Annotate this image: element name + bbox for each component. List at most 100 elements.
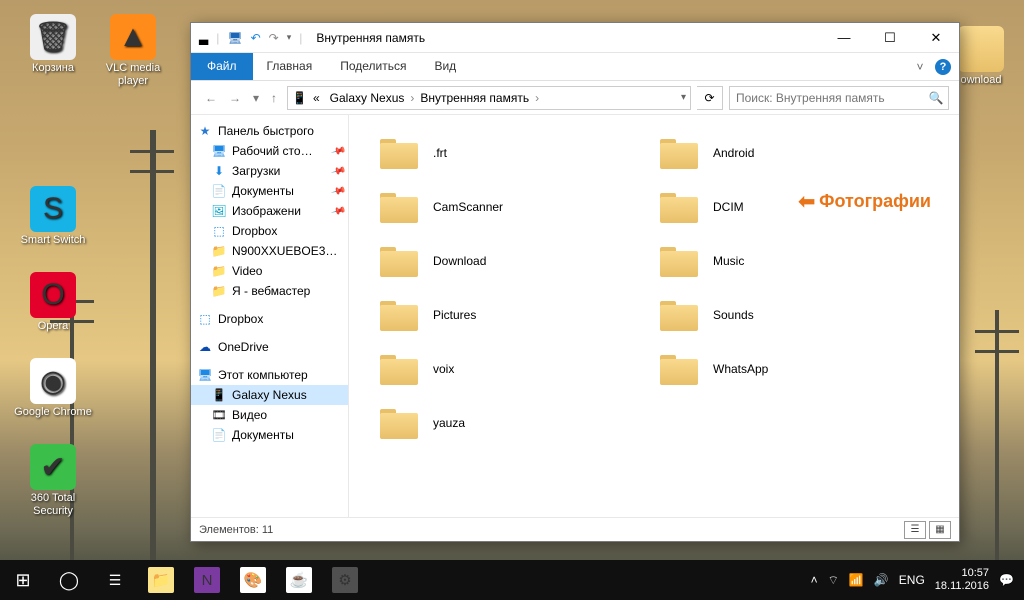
sidebar-item-video-q[interactable]: 📁Video [191,261,348,281]
titlebar[interactable]: ▃ | 🖥 ↶ ↷ ▾ | Внутренняя память — ☐ ✕ [191,23,959,53]
taskbar-app-explorer[interactable]: 📁 [138,560,184,600]
item-icon: 📁 [211,284,227,298]
folder-item[interactable]: CamScanner [373,183,633,231]
search-input[interactable] [730,91,924,105]
sidebar-item-label: Рабочий сто… [232,144,313,158]
computer-icon[interactable]: 🖥 [227,31,242,45]
ribbon-home[interactable]: Главная [253,53,327,80]
nav-up-icon[interactable]: ↑ [267,88,281,108]
sidebar-item-pictures[interactable]: 🖼Изображени📌 [191,201,348,221]
sidebar-item-galaxy[interactable]: 📱Galaxy Nexus [191,385,348,405]
folder-name: Pictures [433,308,476,322]
maximize-button[interactable]: ☐ [867,23,913,53]
this-pc-label: Этот компьютер [218,368,308,382]
close-button[interactable]: ✕ [913,23,959,53]
folder-name: CamScanner [433,200,503,214]
onedrive-header[interactable]: ☁ OneDrive [191,337,348,357]
view-icons-button[interactable]: ▦ [929,521,951,539]
pin-icon: 📌 [330,163,346,179]
item-icon: ⬇ [211,164,227,178]
notifications-icon[interactable]: 💬 [999,573,1014,587]
breadcrumb-pre[interactable]: « [309,89,324,107]
sidebar-item-ya-web[interactable]: 📁Я - вебмастер [191,281,348,301]
start-button[interactable]: ⊞ [0,560,46,600]
language-indicator[interactable]: ENG [899,573,925,587]
sidebar-item-label: Dropbox [232,224,277,238]
system-tray[interactable]: ˄ ⌔ 📶 🔊 ENG 10:57 18.11.2016 💬 [801,567,1024,593]
this-pc-header[interactable]: 🖥 Этот компьютер [191,365,348,385]
taskbar-app-java[interactable]: ☕ [276,560,322,600]
nav-recent-icon[interactable]: ▾ [249,88,263,108]
dropbox-header[interactable]: ⬚ Dropbox [191,309,348,329]
refresh-button[interactable]: ⟳ [697,86,723,110]
breadcrumb-device[interactable]: Galaxy Nexus [326,89,409,107]
search-box[interactable]: 🔍 [729,86,949,110]
folder-icon [377,135,421,171]
ribbon-share[interactable]: Поделиться [326,53,420,80]
folder-grid[interactable]: .frtAndroidCamScannerDCIMDownloadMusicPi… [349,115,959,517]
network-icon[interactable]: ⌔ [828,573,839,588]
address-bar: ← → ▾ ↑ 📱 « Galaxy Nexus › Внутренняя па… [191,81,959,115]
folder-item[interactable]: Download [373,237,633,285]
folder-item[interactable]: voix [373,345,633,393]
chevron-down-icon[interactable]: ▾ [287,32,292,43]
undo-icon[interactable]: ↶ [251,31,261,45]
folder-item[interactable]: yauza [373,399,633,447]
sidebar-item-desktop[interactable]: 🖥Рабочий сто…📌 [191,141,348,161]
cortana-button[interactable]: ◯ [46,560,92,600]
sidebar-item-video[interactable]: 🎞Видео [191,405,348,425]
desktop-icon-chrome[interactable]: ◉Google Chrome [14,358,92,419]
desktop-icon-360ts[interactable]: ✔360 Total Security [14,444,92,518]
ribbon-view[interactable]: Вид [420,53,470,80]
sidebar-item-documents[interactable]: 📄Документы📌 [191,181,348,201]
taskbar[interactable]: ⊞ ◯ ☰ 📁 N🎨☕⚙ ˄ ⌔ 📶 🔊 ENG 10:57 18.11.2016… [0,560,1024,600]
taskbar-app-paint[interactable]: 🎨 [230,560,276,600]
app-icon: 📁 [148,567,174,593]
quick-access-header[interactable]: ★ Панель быстрого [191,121,348,141]
view-details-button[interactable]: ☰ [904,521,926,539]
folder-item[interactable]: Music [653,237,913,285]
app-icon: O [30,272,76,318]
volume-icon[interactable]: 🔊 [874,573,889,587]
chevron-right-icon: › [410,91,414,105]
app-icon: ✔ [30,444,76,490]
desktop-icon-vlc[interactable]: ▲VLC media player [94,14,172,88]
search-icon[interactable]: 🔍 [924,91,948,105]
folder-item[interactable]: .frt [373,129,633,177]
breadcrumb-location[interactable]: Внутренняя память [416,89,533,107]
taskview-button[interactable]: ☰ [92,560,138,600]
chevron-down-icon[interactable]: ▾ [681,92,686,103]
sidebar-item-dropbox-q[interactable]: ⬚Dropbox [191,221,348,241]
phone-icon: 📱 [292,91,307,105]
breadcrumb[interactable]: 📱 « Galaxy Nexus › Внутренняя память › ▾ [287,86,691,110]
ribbon-chevron[interactable]: ˅ [905,53,935,80]
folder-item[interactable]: WhatsApp [653,345,913,393]
folder-item[interactable]: Pictures [373,291,633,339]
item-icon: 🖥 [211,144,227,158]
nav-fwd-icon[interactable]: → [225,88,245,108]
wifi-icon[interactable]: 📶 [849,573,864,587]
folder-icon [657,351,701,387]
nav-back-icon[interactable]: ← [201,88,221,108]
folder-icon [958,26,1004,72]
sidebar-item-docs[interactable]: 📄Документы [191,425,348,445]
folder-icon [657,189,701,225]
sidebar-item-n900[interactable]: 📁N900XXUEBOE3… [191,241,348,261]
minimize-button[interactable]: — [821,23,867,53]
tray-overflow-icon[interactable]: ˄ [811,573,818,587]
taskbar-app-settings[interactable]: ⚙ [322,560,368,600]
clock[interactable]: 10:57 18.11.2016 [935,567,989,593]
taskbar-app-onenote[interactable]: N [184,560,230,600]
nav-pane[interactable]: ★ Панель быстрого 🖥 Рабочий сто… 📌⬇Загрузк… [191,115,349,517]
redo-icon[interactable]: ↷ [269,31,279,45]
desktop-icon-smart-switch[interactable]: SSmart Switch [14,186,92,247]
folder-item[interactable]: Sounds [653,291,913,339]
ribbon-file[interactable]: Файл [191,53,253,80]
folder-item[interactable]: Android [653,129,913,177]
folder-icon [657,243,701,279]
desktop-icon-opera[interactable]: OOpera [14,272,92,333]
sidebar-item-downloads[interactable]: ⬇Загрузки📌 [191,161,348,181]
help-icon[interactable]: ? [935,59,951,75]
onedrive-label: OneDrive [218,340,269,354]
desktop-icon-recycle-bin[interactable]: 🗑Корзина [14,14,92,75]
